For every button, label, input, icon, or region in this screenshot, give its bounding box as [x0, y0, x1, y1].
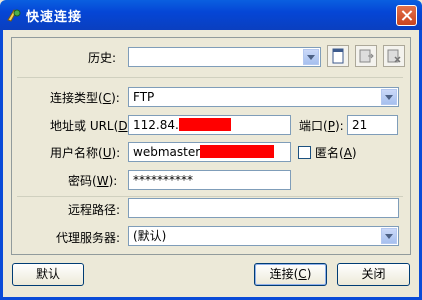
history-delete-button[interactable] [383, 45, 405, 67]
port-value: 21 [352, 118, 368, 132]
address-value: 112.84. [133, 118, 179, 132]
address-label: 地址或 URL(D): [50, 119, 136, 133]
history-save-button[interactable] [355, 45, 377, 67]
username-input[interactable]: webmaster [128, 142, 291, 162]
password-value: ********** [133, 173, 193, 187]
chevron-down-icon[interactable] [303, 49, 319, 65]
proxy-value: (默认) [133, 229, 167, 243]
chevron-down-icon[interactable] [381, 89, 397, 105]
remote-path-input[interactable] [128, 198, 399, 218]
conn-type-label: 连接类型(C): [50, 91, 120, 105]
window-title: 快速连接 [26, 10, 83, 25]
document-icon [332, 48, 344, 64]
port-label: 端口(P): [299, 119, 344, 133]
separator [17, 196, 403, 197]
chevron-down-icon[interactable] [381, 228, 397, 244]
history-combo[interactable] [128, 47, 321, 67]
anonymous-label: 匿名(A) [315, 146, 357, 160]
remote-path-label: 远程路径: [68, 203, 121, 217]
redaction-bar [178, 118, 231, 131]
close-button[interactable]: 关闭 [337, 263, 410, 286]
close-window-button[interactable] [396, 5, 417, 26]
port-input[interactable]: 21 [347, 115, 398, 135]
username-value: webmaster [133, 145, 201, 159]
conn-type-value: FTP [133, 90, 155, 104]
address-input[interactable]: 112.84. [128, 115, 291, 135]
connect-button[interactable]: 连接(C) [254, 263, 327, 286]
conn-type-select[interactable]: FTP [128, 87, 399, 107]
quick-connect-icon [7, 9, 21, 22]
proxy-select[interactable]: (默认) [128, 226, 399, 246]
save-entry-icon [359, 49, 374, 63]
anonymous-checkbox[interactable] [298, 146, 311, 159]
proxy-label: 代理服务器: [56, 231, 121, 245]
default-button[interactable]: 默认 [12, 263, 84, 286]
title-bar[interactable]: 快速连接 [0, 0, 422, 30]
delete-entry-icon [387, 49, 401, 63]
history-manage-button[interactable] [327, 45, 349, 67]
separator [17, 77, 403, 78]
password-label: 密码(W): [68, 174, 118, 188]
password-input[interactable]: ********** [128, 170, 291, 190]
history-label: 历史: [88, 51, 117, 65]
redaction-bar [200, 145, 275, 158]
username-label: 用户名称(U): [50, 146, 121, 160]
